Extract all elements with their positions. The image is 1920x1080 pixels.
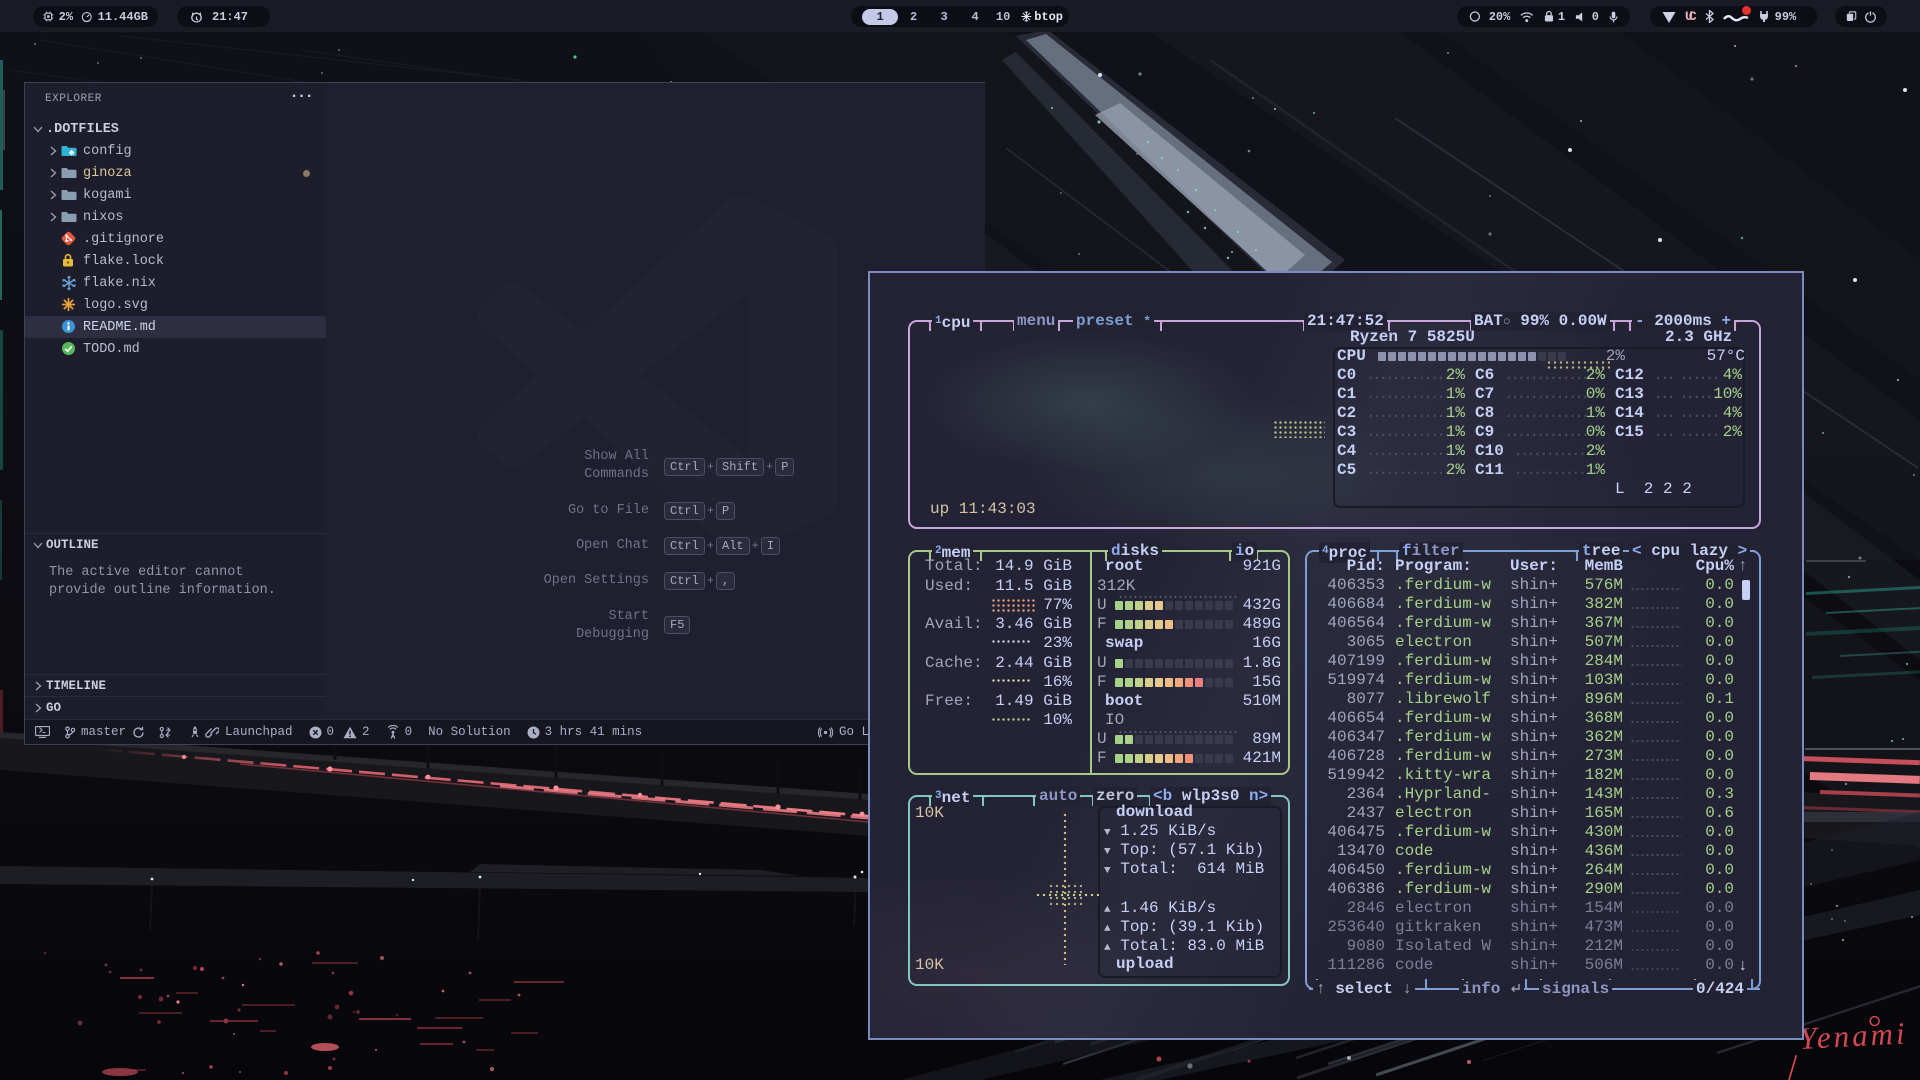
svg-text:Yenami: Yenami [1799,1015,1909,1056]
